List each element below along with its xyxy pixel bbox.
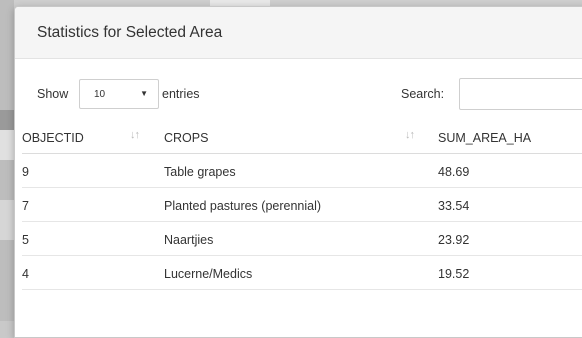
sort-icon[interactable]: ↓↑	[405, 129, 415, 141]
search-input[interactable]	[459, 78, 582, 110]
cell-objectid: 5	[22, 233, 29, 247]
cell-objectid: 9	[22, 165, 29, 179]
statistics-table: OBJECTID ↓↑ CROPS ↓↑ SUM_AREA_HA 9 Table…	[22, 118, 582, 290]
page-length-select[interactable]: 10 ▼	[79, 79, 159, 109]
cell-crops: Table grapes	[164, 165, 236, 179]
table-row: 7 Planted pastures (perennial) 33.54	[22, 188, 582, 222]
search-label: Search:	[401, 87, 445, 101]
modal-header: Statistics for Selected Area	[15, 7, 582, 59]
cell-objectid: 7	[22, 199, 29, 213]
column-header-crops[interactable]: CROPS	[164, 131, 208, 145]
cell-sum-area-ha: 33.54	[438, 199, 470, 213]
table-controls: Show 10 ▼ entries Search:	[15, 59, 582, 115]
page-length-value: 10	[94, 89, 106, 100]
cell-sum-area-ha: 23.92	[438, 233, 470, 247]
cell-sum-area-ha: 48.69	[438, 165, 470, 179]
cell-crops: Lucerne/Medics	[164, 267, 253, 281]
cell-crops: Naartjies	[164, 233, 214, 247]
table-header-row: OBJECTID ↓↑ CROPS ↓↑ SUM_AREA_HA	[22, 118, 582, 154]
table-row: 5 Naartjies 23.92	[22, 222, 582, 256]
caret-down-icon: ▼	[140, 89, 148, 98]
cell-sum-area-ha: 19.52	[438, 267, 470, 281]
table-row: 4 Lucerne/Medics 19.52	[22, 256, 582, 290]
show-label: Show	[37, 87, 69, 101]
modal-title: Statistics for Selected Area	[37, 23, 223, 41]
cell-objectid: 4	[22, 267, 29, 281]
entries-label: entries	[162, 87, 200, 101]
table-row: 9 Table grapes 48.69	[22, 154, 582, 188]
column-header-sum-area-ha[interactable]: SUM_AREA_HA	[438, 131, 531, 145]
sort-icon[interactable]: ↓↑	[130, 129, 140, 141]
cell-crops: Planted pastures (perennial)	[164, 199, 322, 213]
column-header-objectid[interactable]: OBJECTID	[22, 131, 84, 145]
